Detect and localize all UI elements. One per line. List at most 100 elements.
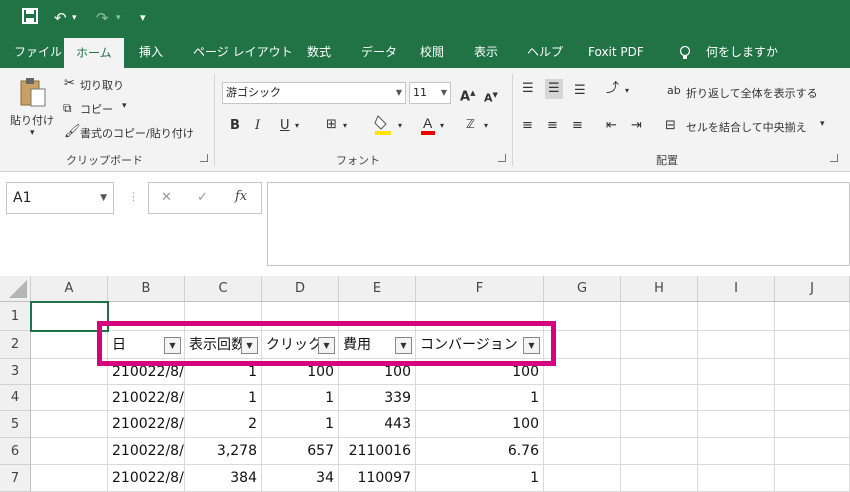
cell[interactable]: 100	[416, 411, 544, 438]
cell[interactable]: 210022/8/	[108, 438, 185, 465]
cell[interactable]: 2	[185, 411, 262, 438]
row-header[interactable]: 7	[0, 465, 31, 492]
borders-dropdown-icon[interactable]: ▾	[343, 118, 347, 134]
cell[interactable]	[698, 465, 775, 492]
align-left-icon[interactable]: ≡	[522, 118, 533, 134]
underline-button[interactable]: U	[280, 118, 290, 134]
cell[interactable]: 339	[339, 385, 416, 411]
tab-help[interactable]: ヘルプ	[527, 36, 563, 68]
format-painter-button[interactable]: 書式のコピー/貼り付け	[80, 125, 194, 141]
cell[interactable]	[544, 411, 621, 438]
cell[interactable]: 1	[262, 411, 339, 438]
save-icon[interactable]	[22, 8, 38, 29]
tab-page-layout[interactable]: ページ レイアウト	[193, 36, 293, 68]
cell[interactable]	[621, 331, 698, 359]
tab-data[interactable]: データ	[361, 36, 397, 68]
tell-me-search[interactable]: 何をしますか	[706, 36, 778, 68]
align-right-icon[interactable]: ≡	[572, 118, 583, 134]
cell[interactable]	[775, 302, 850, 331]
underline-dropdown-icon[interactable]: ▾	[295, 118, 299, 134]
paste-icon[interactable]	[18, 76, 48, 111]
cell[interactable]: 1	[185, 385, 262, 411]
cell[interactable]	[698, 385, 775, 411]
tab-view[interactable]: 表示	[474, 36, 498, 68]
row-header[interactable]: 3	[0, 359, 31, 385]
cell[interactable]	[621, 465, 698, 492]
cell[interactable]	[698, 438, 775, 465]
cancel-icon[interactable]: ✕	[161, 190, 172, 205]
cell[interactable]	[621, 359, 698, 385]
bold-button[interactable]: B	[230, 118, 240, 134]
cell[interactable]	[621, 385, 698, 411]
vertical-dots-icon[interactable]: ⋮	[128, 190, 139, 203]
cell[interactable]: 110097	[339, 465, 416, 492]
enter-icon[interactable]: ✓	[197, 190, 208, 205]
cell[interactable]	[544, 465, 621, 492]
column-header[interactable]: E	[339, 276, 416, 302]
wrap-text-button[interactable]: 折り返して全体を表示する	[686, 85, 818, 101]
font-launcher-icon[interactable]	[498, 154, 506, 162]
borders-icon[interactable]: ⊞	[326, 117, 337, 133]
cell[interactable]	[544, 438, 621, 465]
cell[interactable]	[621, 438, 698, 465]
name-box[interactable]: A1 ▼	[6, 182, 114, 214]
undo-dropdown-icon[interactable]: ▾	[72, 8, 77, 28]
cell[interactable]	[621, 411, 698, 438]
lightbulb-icon[interactable]	[679, 36, 691, 68]
row-header[interactable]: 5	[0, 411, 31, 438]
cell[interactable]	[775, 411, 850, 438]
cell[interactable]	[775, 465, 850, 492]
increase-font-icon[interactable]: A▲	[460, 85, 475, 105]
redo-dropdown-icon[interactable]: ▾	[116, 8, 121, 28]
orientation-dropdown-icon[interactable]: ▾	[625, 83, 629, 99]
phonetic-dropdown-icon[interactable]: ▾	[484, 118, 488, 134]
merge-dropdown-icon[interactable]: ▾	[820, 119, 825, 129]
copy-dropdown-icon[interactable]: ▾	[122, 101, 127, 111]
row-header[interactable]: 6	[0, 438, 31, 465]
cell[interactable]	[31, 385, 108, 411]
align-bottom-icon[interactable]: ☰	[574, 83, 586, 99]
cell[interactable]	[775, 438, 850, 465]
cell[interactable]: 210022/8/	[108, 411, 185, 438]
paste-dropdown-icon[interactable]: ▾	[30, 128, 35, 138]
customize-qat-icon[interactable]: ▾	[140, 8, 146, 28]
chevron-down-icon[interactable]: ▼	[396, 83, 402, 103]
cell[interactable]: 657	[262, 438, 339, 465]
insert-function-icon[interactable]: fx	[235, 189, 247, 204]
tab-review[interactable]: 校閲	[420, 36, 444, 68]
merge-center-button[interactable]: セルを結合して中央揃え	[686, 119, 807, 135]
copy-button[interactable]: コピー	[80, 101, 113, 117]
paste-label[interactable]: 貼り付け	[10, 112, 54, 128]
cell[interactable]: 384	[185, 465, 262, 492]
font-color-dropdown-icon[interactable]: ▾	[440, 118, 444, 134]
font-color-icon[interactable]: A	[420, 114, 436, 141]
cell[interactable]	[698, 411, 775, 438]
cell[interactable]	[31, 411, 108, 438]
column-header[interactable]: G	[544, 276, 621, 302]
increase-indent-icon[interactable]: ⇥	[631, 118, 642, 134]
cell[interactable]	[544, 385, 621, 411]
select-all-corner[interactable]	[0, 276, 31, 302]
column-header[interactable]: H	[621, 276, 698, 302]
tab-formulas[interactable]: 数式	[307, 36, 331, 68]
chevron-down-icon[interactable]: ▼	[100, 183, 107, 213]
decrease-font-icon[interactable]: A▼	[484, 87, 498, 107]
cell[interactable]	[775, 385, 850, 411]
redo-icon[interactable]: ↷	[96, 8, 109, 28]
cell[interactable]: 34	[262, 465, 339, 492]
align-middle-icon[interactable]: ☰	[545, 79, 563, 99]
scissors-icon[interactable]: ✂	[64, 76, 75, 92]
fill-color-dropdown-icon[interactable]: ▾	[398, 118, 402, 134]
row-header[interactable]: 4	[0, 385, 31, 411]
cell[interactable]: 6.76	[416, 438, 544, 465]
fill-color-icon[interactable]	[374, 114, 392, 141]
clipboard-launcher-icon[interactable]	[200, 154, 208, 162]
align-top-icon[interactable]: ☰	[522, 81, 534, 97]
chevron-down-icon[interactable]: ▼	[441, 83, 447, 103]
cell[interactable]: 1	[262, 385, 339, 411]
wrap-text-icon[interactable]: ab	[667, 83, 681, 99]
font-size-combo[interactable]: 11 ▼	[409, 82, 451, 104]
cell[interactable]	[775, 359, 850, 385]
column-header[interactable]: D	[262, 276, 339, 302]
format-painter-icon[interactable]: 🖌	[64, 124, 81, 140]
